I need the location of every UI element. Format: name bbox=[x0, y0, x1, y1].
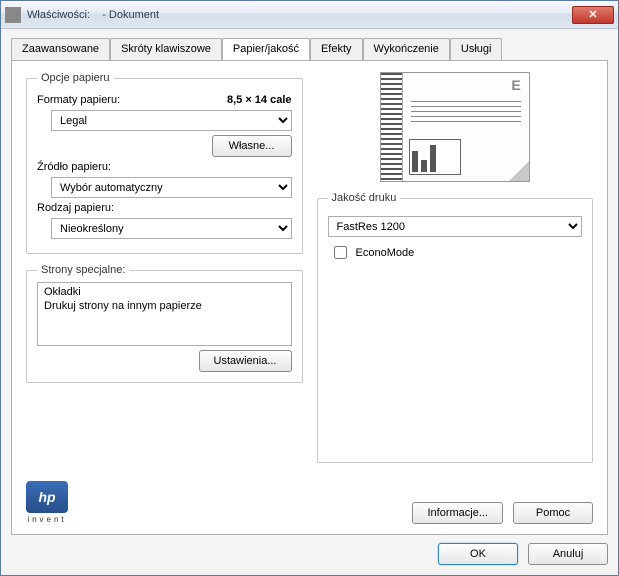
tab-advanced[interactable]: Zaawansowane bbox=[11, 38, 110, 60]
info-button[interactable]: Informacje... bbox=[412, 502, 503, 524]
format-size-display: 8,5 × 14 cale bbox=[227, 94, 292, 106]
economode-label: EconoMode bbox=[356, 247, 415, 259]
right-column: E Jakość bbox=[317, 72, 594, 473]
binding-icon bbox=[381, 73, 403, 181]
print-quality-select[interactable]: FastRes 1200 bbox=[328, 216, 583, 237]
tab-shortcuts[interactable]: Skróty klawiszowe bbox=[110, 38, 222, 60]
hp-logo-sub: invent bbox=[26, 515, 68, 524]
format-label: Formaty papieru: bbox=[37, 94, 120, 106]
print-quality-legend: Jakość druku bbox=[328, 192, 401, 204]
preview-badge: E bbox=[511, 77, 520, 93]
title-prefix: Właściwości: bbox=[27, 9, 90, 21]
title-suffix: - Dokument bbox=[102, 9, 159, 21]
special-pages-settings-button[interactable]: Ustawienia... bbox=[199, 350, 292, 372]
source-label: Źródło papieru: bbox=[37, 161, 111, 173]
paper-format-select[interactable]: Legal bbox=[51, 110, 292, 131]
economode-row[interactable]: EconoMode bbox=[330, 243, 581, 262]
economode-checkbox[interactable] bbox=[334, 246, 347, 259]
printer-icon bbox=[5, 7, 21, 23]
preview-chart-icon bbox=[409, 139, 461, 175]
list-item[interactable]: Drukuj strony na innym papierze bbox=[40, 299, 289, 313]
close-icon: ✕ bbox=[588, 8, 597, 21]
title-device bbox=[93, 9, 99, 21]
tab-finishing[interactable]: Wykończenie bbox=[363, 38, 450, 60]
tab-services[interactable]: Usługi bbox=[450, 38, 503, 60]
page-fold-icon bbox=[509, 161, 529, 181]
paper-type-select[interactable]: Nieokreślony bbox=[51, 218, 292, 239]
tab-bar: Zaawansowane Skróty klawiszowe Papier/ja… bbox=[11, 38, 608, 61]
hp-logo-icon: hp bbox=[26, 481, 68, 513]
close-button[interactable]: ✕ bbox=[572, 6, 614, 24]
paper-source-select[interactable]: Wybór automatyczny bbox=[51, 177, 292, 198]
custom-size-button[interactable]: Własne... bbox=[212, 135, 292, 157]
list-item[interactable]: Okładki bbox=[40, 285, 289, 299]
help-button[interactable]: Pomoc bbox=[513, 502, 593, 524]
ok-button[interactable]: OK bbox=[438, 543, 518, 565]
special-pages-list[interactable]: Okładki Drukuj strony na innym papierze bbox=[37, 282, 292, 346]
properties-window: Właściwości: - Dokument ✕ Zaawansowane S… bbox=[0, 0, 619, 576]
tab-paper-quality[interactable]: Papier/jakość bbox=[222, 38, 310, 60]
preview-page: E bbox=[403, 73, 529, 181]
left-column: Opcje papieru Formaty papieru: 8,5 × 14 … bbox=[26, 72, 303, 473]
dialog-footer: OK Anuluj bbox=[11, 535, 608, 565]
footer-row: hp invent Informacje... Pomoc bbox=[26, 473, 593, 524]
tab-panel: Opcje papieru Formaty papieru: 8,5 × 14 … bbox=[11, 60, 608, 535]
window-body: Zaawansowane Skróty klawiszowe Papier/ja… bbox=[1, 29, 618, 575]
paper-options-legend: Opcje papieru bbox=[37, 72, 114, 84]
window-title: Właściwości: - Dokument bbox=[27, 9, 159, 21]
preview-lines bbox=[411, 101, 521, 126]
tab-effects[interactable]: Efekty bbox=[310, 38, 363, 60]
hp-logo-block: hp invent bbox=[26, 481, 68, 524]
type-label: Rodzaj papieru: bbox=[37, 202, 114, 214]
print-quality-group: Jakość druku FastRes 1200 EconoMode bbox=[317, 192, 594, 463]
special-pages-legend: Strony specjalne: bbox=[37, 264, 129, 276]
special-pages-group: Strony specjalne: Okładki Drukuj strony … bbox=[26, 264, 303, 383]
titlebar: Właściwości: - Dokument ✕ bbox=[1, 1, 618, 29]
page-preview: E bbox=[380, 72, 530, 182]
content-columns: Opcje papieru Formaty papieru: 8,5 × 14 … bbox=[26, 72, 593, 473]
paper-options-group: Opcje papieru Formaty papieru: 8,5 × 14 … bbox=[26, 72, 303, 254]
cancel-button[interactable]: Anuluj bbox=[528, 543, 608, 565]
format-row: Formaty papieru: 8,5 × 14 cale bbox=[37, 94, 292, 106]
